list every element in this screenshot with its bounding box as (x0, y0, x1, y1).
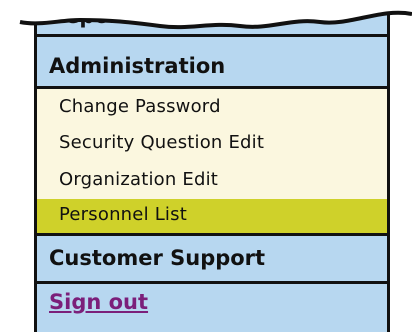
submenu-item-organization-edit[interactable]: Organization Edit (34, 162, 390, 199)
submenu-item-label: Security Question Edit (59, 132, 265, 153)
submenu-item-personnel-list[interactable]: Personnel List (34, 199, 390, 233)
submenu-item-change-password[interactable]: Change Password (34, 89, 390, 125)
navigation-menu: Reports Administration Change Password S… (34, 0, 390, 332)
nav-item-customer-support-label: Customer Support (49, 246, 266, 270)
sign-out-link[interactable]: Sign out (49, 290, 148, 314)
submenu-item-label: Personnel List (59, 204, 187, 225)
submenu-item-label: Organization Edit (59, 169, 219, 190)
nav-item-administration[interactable]: Administration (34, 37, 390, 89)
nav-item-administration-label: Administration (49, 54, 226, 78)
nav-item-sign-out[interactable]: Sign out (34, 284, 390, 332)
submenu-item-label: Change Password (59, 96, 221, 117)
torn-edge-decoration (0, 0, 412, 30)
submenu-item-security-question-edit[interactable]: Security Question Edit (34, 125, 390, 162)
nav-item-customer-support[interactable]: Customer Support (34, 233, 390, 284)
